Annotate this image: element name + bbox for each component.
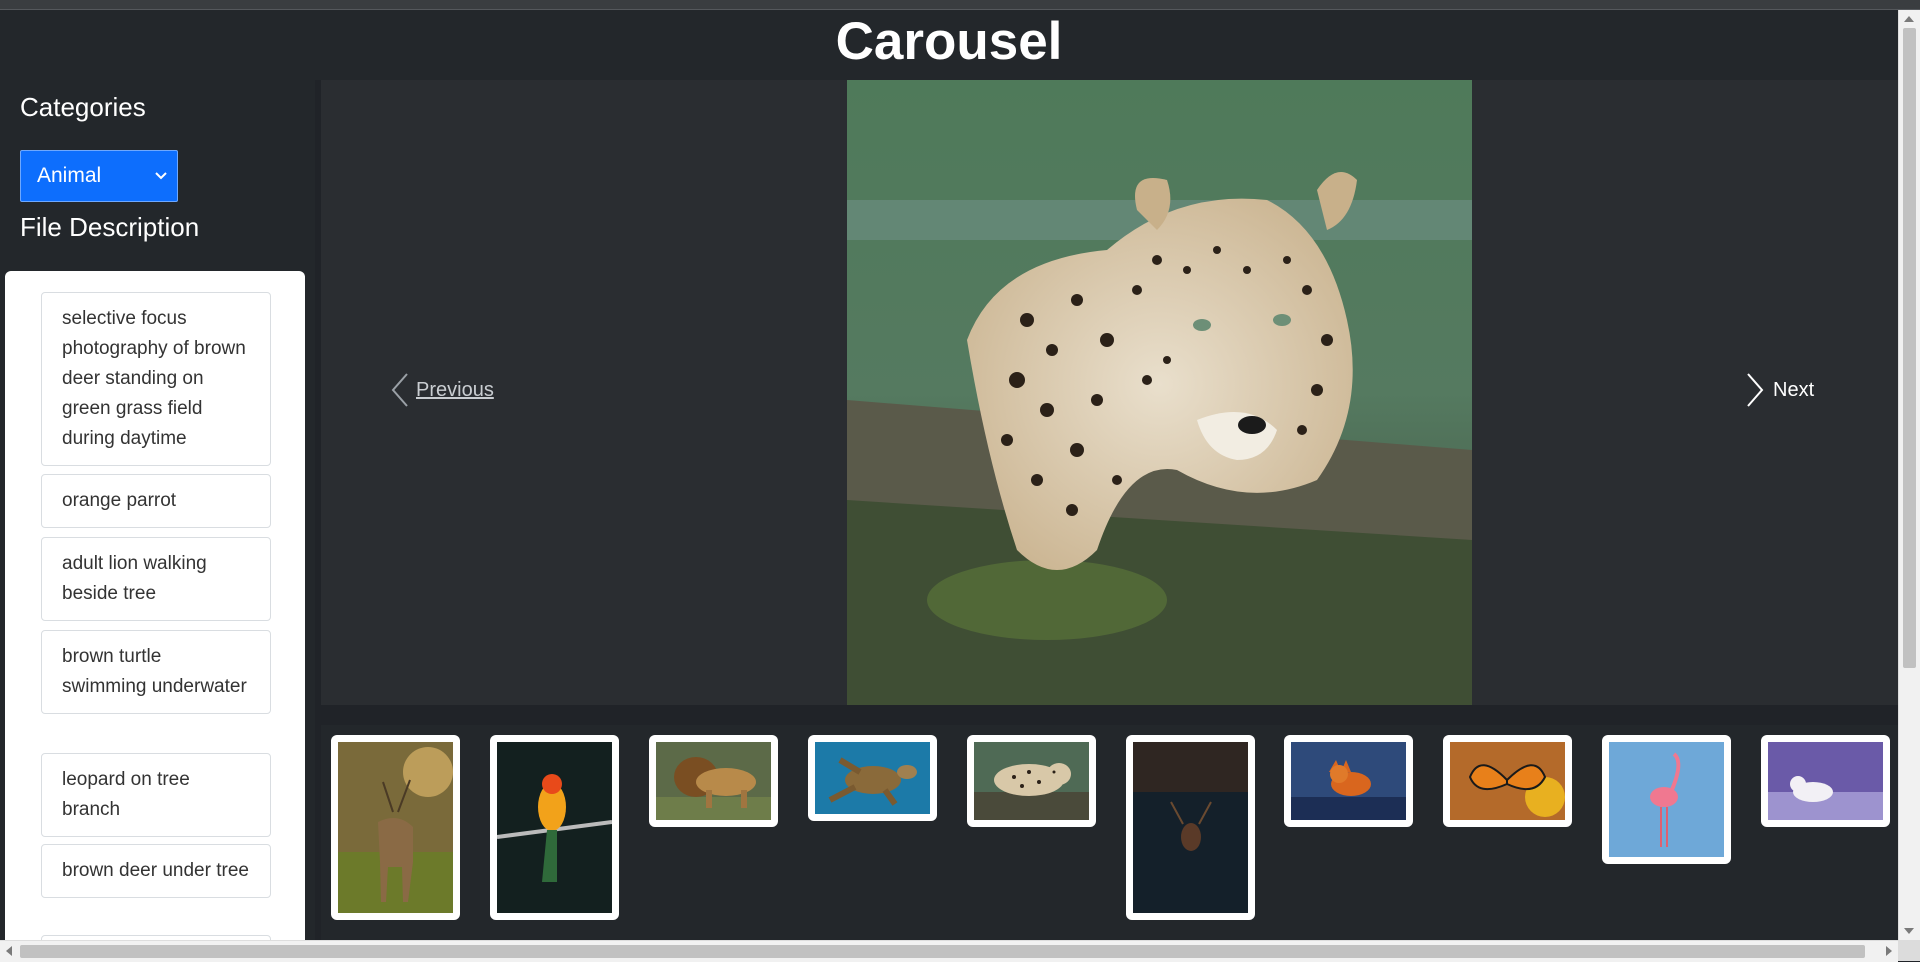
thumbnail-red-fox[interactable] [1284,735,1413,827]
scrollbar-corner [1898,940,1920,961]
browser-top-edge [0,0,1920,10]
vertical-scrollbar[interactable] [1898,10,1920,940]
scroll-down-icon[interactable] [1904,928,1914,934]
description-item[interactable]: orange parrot [41,474,271,528]
description-item[interactable]: leopard on tree branch [41,753,271,837]
scroll-left-icon[interactable] [6,946,12,956]
thumbnail-deer-in-dark-forest[interactable] [1126,735,1255,920]
leopard-image [847,80,1472,705]
category-select-value: Animal [37,164,102,187]
vertical-scroll-thumb[interactable] [1903,28,1916,668]
previous-label: Previous [416,378,494,401]
description-item[interactable]: adult lion walking beside tree [41,537,271,621]
horizontal-scroll-thumb[interactable] [20,945,1865,958]
scroll-right-icon[interactable] [1886,946,1892,956]
scroll-up-icon[interactable] [1904,16,1914,22]
thumbnail-lion[interactable] [649,735,778,827]
description-item[interactable]: selective focus photography of brown dee… [41,292,271,466]
horizontal-scrollbar[interactable] [0,940,1898,962]
file-description-heading: File Description [20,212,200,242]
thumbnail-orange-parrot[interactable] [490,735,619,920]
thumbnail-leopard[interactable] [967,735,1096,827]
thumbnail-flamingo[interactable] [1602,735,1731,864]
carousel-main-image [847,80,1472,705]
thumbnail-deer-in-field[interactable] [331,735,460,920]
chevron-right-icon [1747,373,1764,407]
page-title: Carousel [0,10,1898,80]
thumbnail-sea-turtle[interactable] [808,735,937,821]
chevron-down-icon [155,172,167,180]
categories-heading: Categories [20,92,146,122]
chevron-left-icon [391,373,408,407]
next-label: Next [1773,378,1815,401]
file-description-list: selective focus photography of brown dee… [5,271,305,951]
description-item[interactable]: brown deer under tree [41,844,271,898]
thumbnail-monarch-butterfly[interactable] [1443,735,1572,827]
thumbnail-arctic-fox[interactable] [1761,735,1890,827]
description-item[interactable]: brown turtle swimming underwater [41,630,271,714]
next-button[interactable]: Next [1745,372,1814,408]
previous-button[interactable]: Previous [390,372,494,408]
category-select[interactable]: Animal [20,150,178,202]
